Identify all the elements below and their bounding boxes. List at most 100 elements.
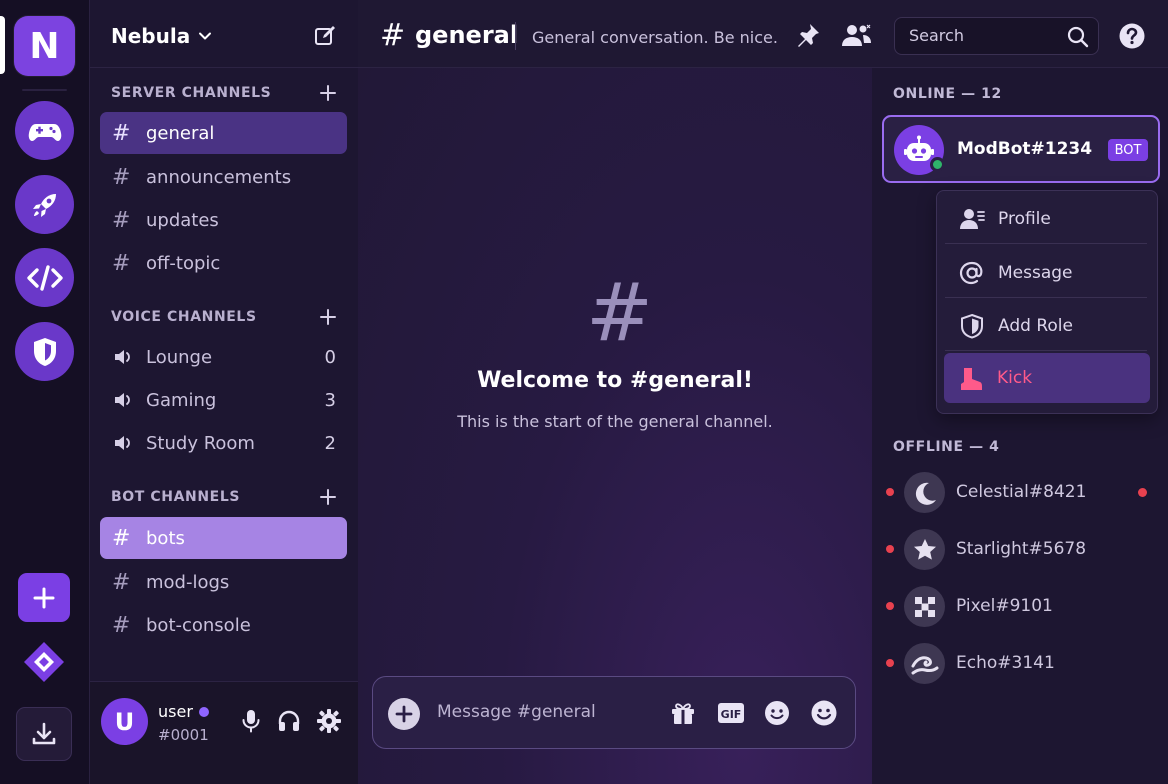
pixel-icon — [914, 596, 935, 617]
members-icon[interactable] — [841, 22, 873, 50]
sticker-icon[interactable] — [763, 699, 791, 727]
voice-user-count: 2 — [324, 432, 336, 454]
online-status-dot — [930, 157, 945, 172]
member-name: Starlight#5678 — [956, 539, 1087, 559]
download-icon — [32, 722, 56, 745]
compose-icon[interactable] — [314, 25, 336, 47]
channel-general[interactable]: # general — [100, 112, 347, 154]
channel-title: general — [415, 21, 519, 49]
hash-icon: # — [112, 207, 131, 233]
member-name: Celestial#8421 — [956, 482, 1087, 502]
user-name-row: user — [158, 702, 209, 721]
channel-updates[interactable]: # updates — [100, 199, 347, 241]
member-celestial[interactable]: Celestial#8421 — [886, 470, 1156, 516]
server-home-nebula[interactable]: N — [14, 16, 75, 76]
hash-icon: # — [112, 612, 131, 638]
message-input[interactable] — [437, 702, 657, 722]
hash-icon: # — [112, 120, 131, 146]
channel-bots[interactable]: # bots — [100, 517, 347, 559]
pin-icon[interactable] — [793, 22, 821, 50]
speaker-icon — [115, 350, 130, 364]
server-rocket[interactable] — [15, 175, 74, 234]
server-code[interactable] — [15, 248, 74, 307]
welcome-hash-icon: # — [586, 266, 654, 359]
hash-icon: # — [112, 250, 131, 276]
voice-channel-lounge[interactable]: Lounge 0 — [100, 336, 347, 378]
server-gaming[interactable] — [15, 101, 74, 160]
member-name: Pixel#9101 — [956, 596, 1053, 616]
header-divider — [515, 22, 516, 50]
headphones-icon[interactable] — [276, 708, 302, 734]
server-name-dropdown[interactable]: Nebula — [111, 24, 212, 48]
channel-announcements[interactable]: # announcements — [100, 156, 347, 198]
gift-icon[interactable] — [669, 699, 697, 727]
menu-item-add-role[interactable]: Add Role — [945, 301, 1147, 351]
channel-label: general — [146, 122, 215, 144]
member-starlight[interactable]: Starlight#5678 — [886, 527, 1156, 573]
offline-header: OFFLINE — 4 — [893, 439, 1000, 455]
add-channel-plus-icon[interactable] — [320, 489, 336, 505]
member-echo[interactable]: Echo#3141 — [886, 641, 1156, 687]
user-panel: U user #0001 — [90, 681, 359, 784]
channel-label: off-topic — [146, 252, 221, 274]
voice-channel-gaming[interactable]: Gaming 3 — [100, 379, 347, 421]
search-icon[interactable] — [1067, 26, 1089, 48]
voice-channel-study-room[interactable]: Study Room 2 — [100, 422, 347, 464]
hash-icon: # — [112, 164, 131, 190]
server-shield[interactable] — [15, 322, 74, 381]
search-input[interactable] — [909, 26, 1059, 45]
speaker-icon — [115, 436, 130, 450]
server-home-letter: N — [29, 25, 60, 67]
moon-icon — [915, 482, 936, 505]
at-sign-icon — [959, 261, 983, 284]
channel-label: bots — [146, 527, 185, 549]
channel-bot-console[interactable]: # bot-console — [100, 604, 347, 646]
menu-item-label: Message — [998, 262, 1073, 283]
star-icon — [913, 538, 936, 560]
welcome-subtitle: This is the start of the general channel… — [457, 412, 773, 431]
member-pixel[interactable]: Pixel#9101 — [886, 584, 1156, 630]
plus-icon — [33, 587, 55, 608]
channel-label: mod-logs — [146, 571, 230, 593]
speaker-icon — [115, 393, 130, 407]
voice-user-count: 0 — [324, 346, 336, 368]
microphone-icon[interactable] — [238, 708, 264, 734]
category-server-channels[interactable]: SERVER CHANNELS — [111, 85, 271, 101]
channel-label: updates — [146, 209, 219, 231]
add-channel-plus-icon[interactable] — [320, 309, 336, 325]
avatar[interactable]: U — [101, 698, 148, 745]
status-dot — [886, 659, 894, 667]
channel-mod-logs[interactable]: # mod-logs — [100, 561, 347, 603]
gif-icon[interactable]: GIF — [717, 699, 745, 727]
category-bot-channels[interactable]: BOT CHANNELS — [111, 489, 240, 505]
menu-item-label: Profile — [998, 208, 1051, 229]
member-modbot[interactable]: ModBot#1234 BOT — [882, 115, 1160, 183]
online-header: ONLINE — 12 — [893, 86, 1002, 102]
shield-icon — [961, 313, 983, 339]
member-context-menu: Profile Message Add Role Kick — [936, 190, 1158, 414]
emoji-icon[interactable] — [810, 699, 838, 727]
discover-icon[interactable] — [22, 640, 66, 684]
attach-button[interactable] — [388, 698, 420, 730]
message-composer: GIF — [372, 676, 856, 749]
bot-badge: BOT — [1108, 139, 1148, 161]
gear-icon[interactable] — [316, 708, 342, 734]
add-server-button[interactable] — [18, 573, 70, 622]
server-name: Nebula — [111, 24, 191, 48]
menu-item-kick[interactable]: Kick — [944, 353, 1150, 403]
menu-item-message[interactable]: Message — [945, 248, 1147, 298]
hash-icon: # — [112, 569, 131, 595]
menu-item-profile[interactable]: Profile — [945, 194, 1147, 244]
status-dot — [198, 706, 209, 717]
category-voice-channels[interactable]: VOICE CHANNELS — [111, 309, 257, 325]
status-dot — [886, 545, 894, 553]
server-header[interactable]: Nebula — [90, 0, 359, 68]
gamepad-icon — [28, 123, 61, 141]
add-channel-plus-icon[interactable] — [320, 85, 336, 101]
channel-off-topic[interactable]: # off-topic — [100, 242, 347, 284]
help-icon[interactable] — [1118, 22, 1146, 50]
gif-label: GIF — [721, 708, 742, 721]
channel-topic: General conversation. Be nice. — [532, 28, 778, 47]
download-apps-button[interactable] — [16, 707, 72, 761]
search-box[interactable] — [894, 17, 1099, 55]
